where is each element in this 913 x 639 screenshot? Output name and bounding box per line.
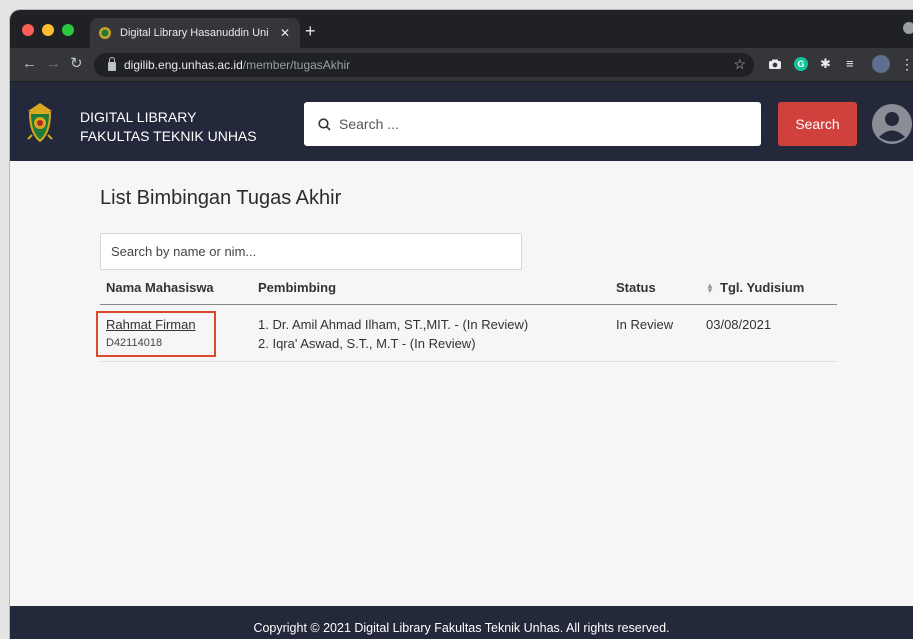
main-content: List Bimbingan Tugas Akhir Nama Mahasisw… bbox=[10, 161, 913, 616]
table-row: Rahmat Firman D42114018 1. Dr. Amil Ahma… bbox=[96, 304, 837, 362]
tab-title: Digital Library Hasanuddin Uni bbox=[120, 27, 269, 39]
profile-avatar-icon[interactable] bbox=[872, 55, 890, 73]
window-minimize-button[interactable] bbox=[42, 24, 54, 36]
pembimbing-item: 1. Dr. Amil Ahmad Ilham, ST.,MIT. - (In … bbox=[258, 316, 529, 332]
student-name-link[interactable]: Rahmat Firman bbox=[106, 317, 196, 332]
site-search-box bbox=[304, 102, 761, 146]
browser-window: Digital Library Hasanuddin Uni ✕ + ← → ↻… bbox=[10, 10, 913, 639]
bimbingan-table: Nama Mahasiswa Pembimbing Status ▲ ▼ Tgl. … bbox=[96, 271, 837, 362]
site-header: DIGITAL LIBRARY FAKULTAS TEKNIK UNHAS Se… bbox=[10, 82, 913, 161]
window-maximize-button[interactable] bbox=[62, 24, 74, 36]
pembimbing-cell: 1. Dr. Amil Ahmad Ilham, ST.,MIT. - (In … bbox=[252, 304, 610, 362]
window-close-button[interactable] bbox=[22, 24, 34, 36]
extensions-puzzle-icon[interactable]: ✱ bbox=[820, 57, 834, 71]
bookmark-star-icon[interactable]: ☆ bbox=[733, 56, 746, 73]
column-header-tgl-yudisium[interactable]: ▲ ▼ Tgl. Yudisium bbox=[700, 271, 837, 305]
footer-copyright: Copyright © 2021 Digital Library Fakulta… bbox=[253, 621, 670, 635]
table-header-row: Nama Mahasiswa Pembimbing Status ▲ ▼ Tgl. … bbox=[100, 271, 837, 305]
search-button[interactable]: Search bbox=[778, 102, 857, 146]
lock-icon bbox=[108, 56, 116, 71]
camera-extension-icon[interactable] bbox=[768, 57, 782, 71]
status-cell: In Review bbox=[610, 304, 700, 362]
site-search-input[interactable] bbox=[339, 116, 761, 132]
brand-line-1: DIGITAL LIBRARY bbox=[80, 109, 197, 125]
sort-icon[interactable]: ▲ ▼ bbox=[706, 282, 714, 295]
column-header-status[interactable]: Status bbox=[610, 271, 700, 305]
column-header-nama[interactable]: Nama Mahasiswa bbox=[100, 271, 252, 305]
student-cell: Rahmat Firman D42114018 bbox=[96, 304, 252, 362]
page-title: List Bimbingan Tugas Akhir bbox=[100, 187, 342, 209]
url-path: /member/tugasAkhir bbox=[242, 58, 351, 72]
unhas-logo-icon[interactable] bbox=[24, 101, 56, 143]
student-nim: D42114018 bbox=[106, 336, 163, 349]
unhas-favicon-icon bbox=[99, 27, 111, 39]
site-brand[interactable]: DIGITAL LIBRARY FAKULTAS TEKNIK UNHAS bbox=[80, 108, 257, 146]
site-footer: Copyright © 2021 Digital Library Fakulta… bbox=[10, 606, 913, 639]
grammarly-extension-icon[interactable]: G bbox=[794, 57, 808, 71]
reading-list-icon[interactable]: ≡ bbox=[846, 57, 860, 71]
tab-strip: Digital Library Hasanuddin Uni ✕ + bbox=[10, 10, 913, 48]
reload-icon[interactable]: ↻ bbox=[70, 56, 83, 72]
user-avatar-icon[interactable] bbox=[872, 104, 912, 144]
back-icon[interactable]: ← bbox=[22, 56, 37, 72]
browser-menu-icon[interactable]: ⋮ bbox=[900, 57, 913, 71]
pembimbing-item: 2. Iqra' Aswad, S.T., M.T - (In Review) bbox=[258, 335, 476, 351]
browser-tab[interactable]: Digital Library Hasanuddin Uni ✕ bbox=[90, 18, 300, 48]
column-header-tgl-label: Tgl. Yudisium bbox=[720, 279, 805, 295]
brand-line-2: FAKULTAS TEKNIK UNHAS bbox=[80, 128, 257, 144]
search-icon bbox=[318, 117, 331, 131]
url-host: digilib.eng.unhas.ac.id bbox=[124, 58, 243, 72]
browser-toolbar: ← → ↻ digilib.eng.unhas.ac.id/member/tug… bbox=[10, 48, 913, 82]
address-bar[interactable]: digilib.eng.unhas.ac.id/member/tugasAkhi… bbox=[94, 53, 754, 77]
tab-close-icon[interactable]: ✕ bbox=[278, 26, 292, 40]
column-header-pembimbing[interactable]: Pembimbing bbox=[252, 271, 610, 305]
student-filter-input[interactable] bbox=[100, 233, 522, 270]
tgl-yudisium-cell: 03/08/2021 bbox=[700, 304, 837, 362]
new-tab-button[interactable]: + bbox=[305, 22, 316, 40]
forward-icon[interactable]: → bbox=[46, 56, 61, 72]
tab-search-icon[interactable] bbox=[903, 22, 913, 34]
